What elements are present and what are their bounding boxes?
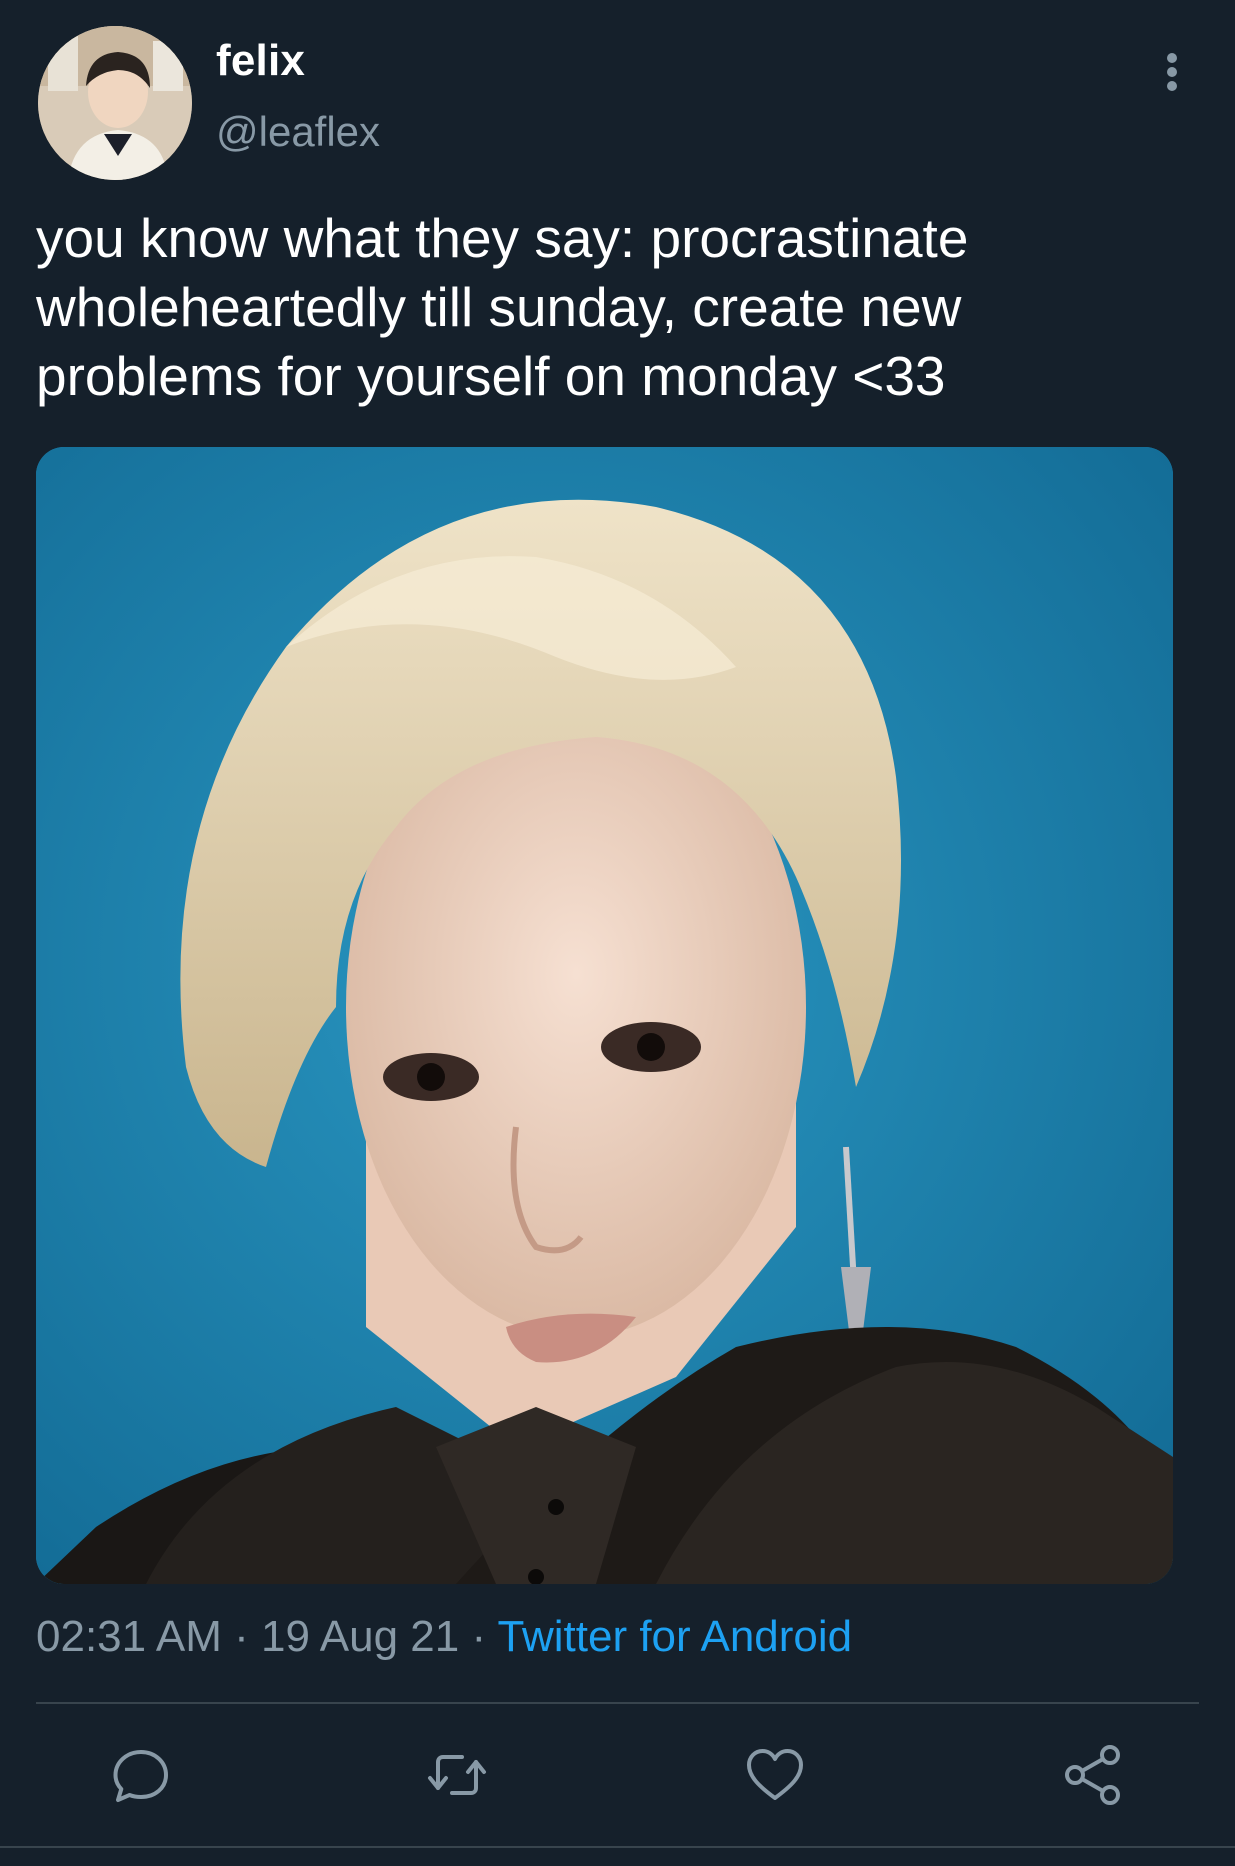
author-display-name[interactable]: felix	[216, 36, 305, 86]
reply-button[interactable]	[106, 1740, 176, 1810]
meta-separator: ·	[221, 1612, 262, 1661]
avatar-photo	[38, 26, 192, 180]
share-icon	[1065, 1745, 1120, 1805]
meta-separator: ·	[459, 1612, 498, 1661]
more-dot	[1167, 81, 1177, 91]
tweet-media-photo[interactable]	[36, 447, 1173, 1584]
tweet-time[interactable]: 02:31 AM	[36, 1612, 222, 1661]
author-avatar[interactable]	[38, 26, 192, 180]
like-button[interactable]	[740, 1740, 810, 1810]
tweet-date[interactable]: 19 Aug 21	[261, 1612, 459, 1661]
share-button[interactable]	[1058, 1740, 1128, 1810]
reply-icon	[113, 1750, 168, 1802]
tweet-detail: felix @leaflex you know what they say: p…	[0, 0, 1235, 1866]
like-icon	[747, 1749, 803, 1800]
divider	[36, 1702, 1199, 1704]
portrait-photo	[36, 447, 1173, 1584]
retweet-button[interactable]	[422, 1740, 492, 1810]
tweet-text: you know what they say: procrastinate wh…	[36, 207, 969, 407]
author-handle[interactable]: @leaflex	[216, 108, 380, 156]
bottom-divider	[0, 1846, 1235, 1848]
tweet-meta: 02:31 AM · 19 Aug 21 · Twitter for Andro…	[36, 1612, 852, 1662]
action-bar	[0, 1740, 1235, 1810]
retweet-icon	[428, 1755, 486, 1795]
more-options-icon[interactable]	[1150, 50, 1194, 100]
tweet-source-link[interactable]: Twitter for Android	[498, 1612, 853, 1661]
more-dot	[1167, 67, 1177, 77]
more-dot	[1167, 53, 1177, 63]
